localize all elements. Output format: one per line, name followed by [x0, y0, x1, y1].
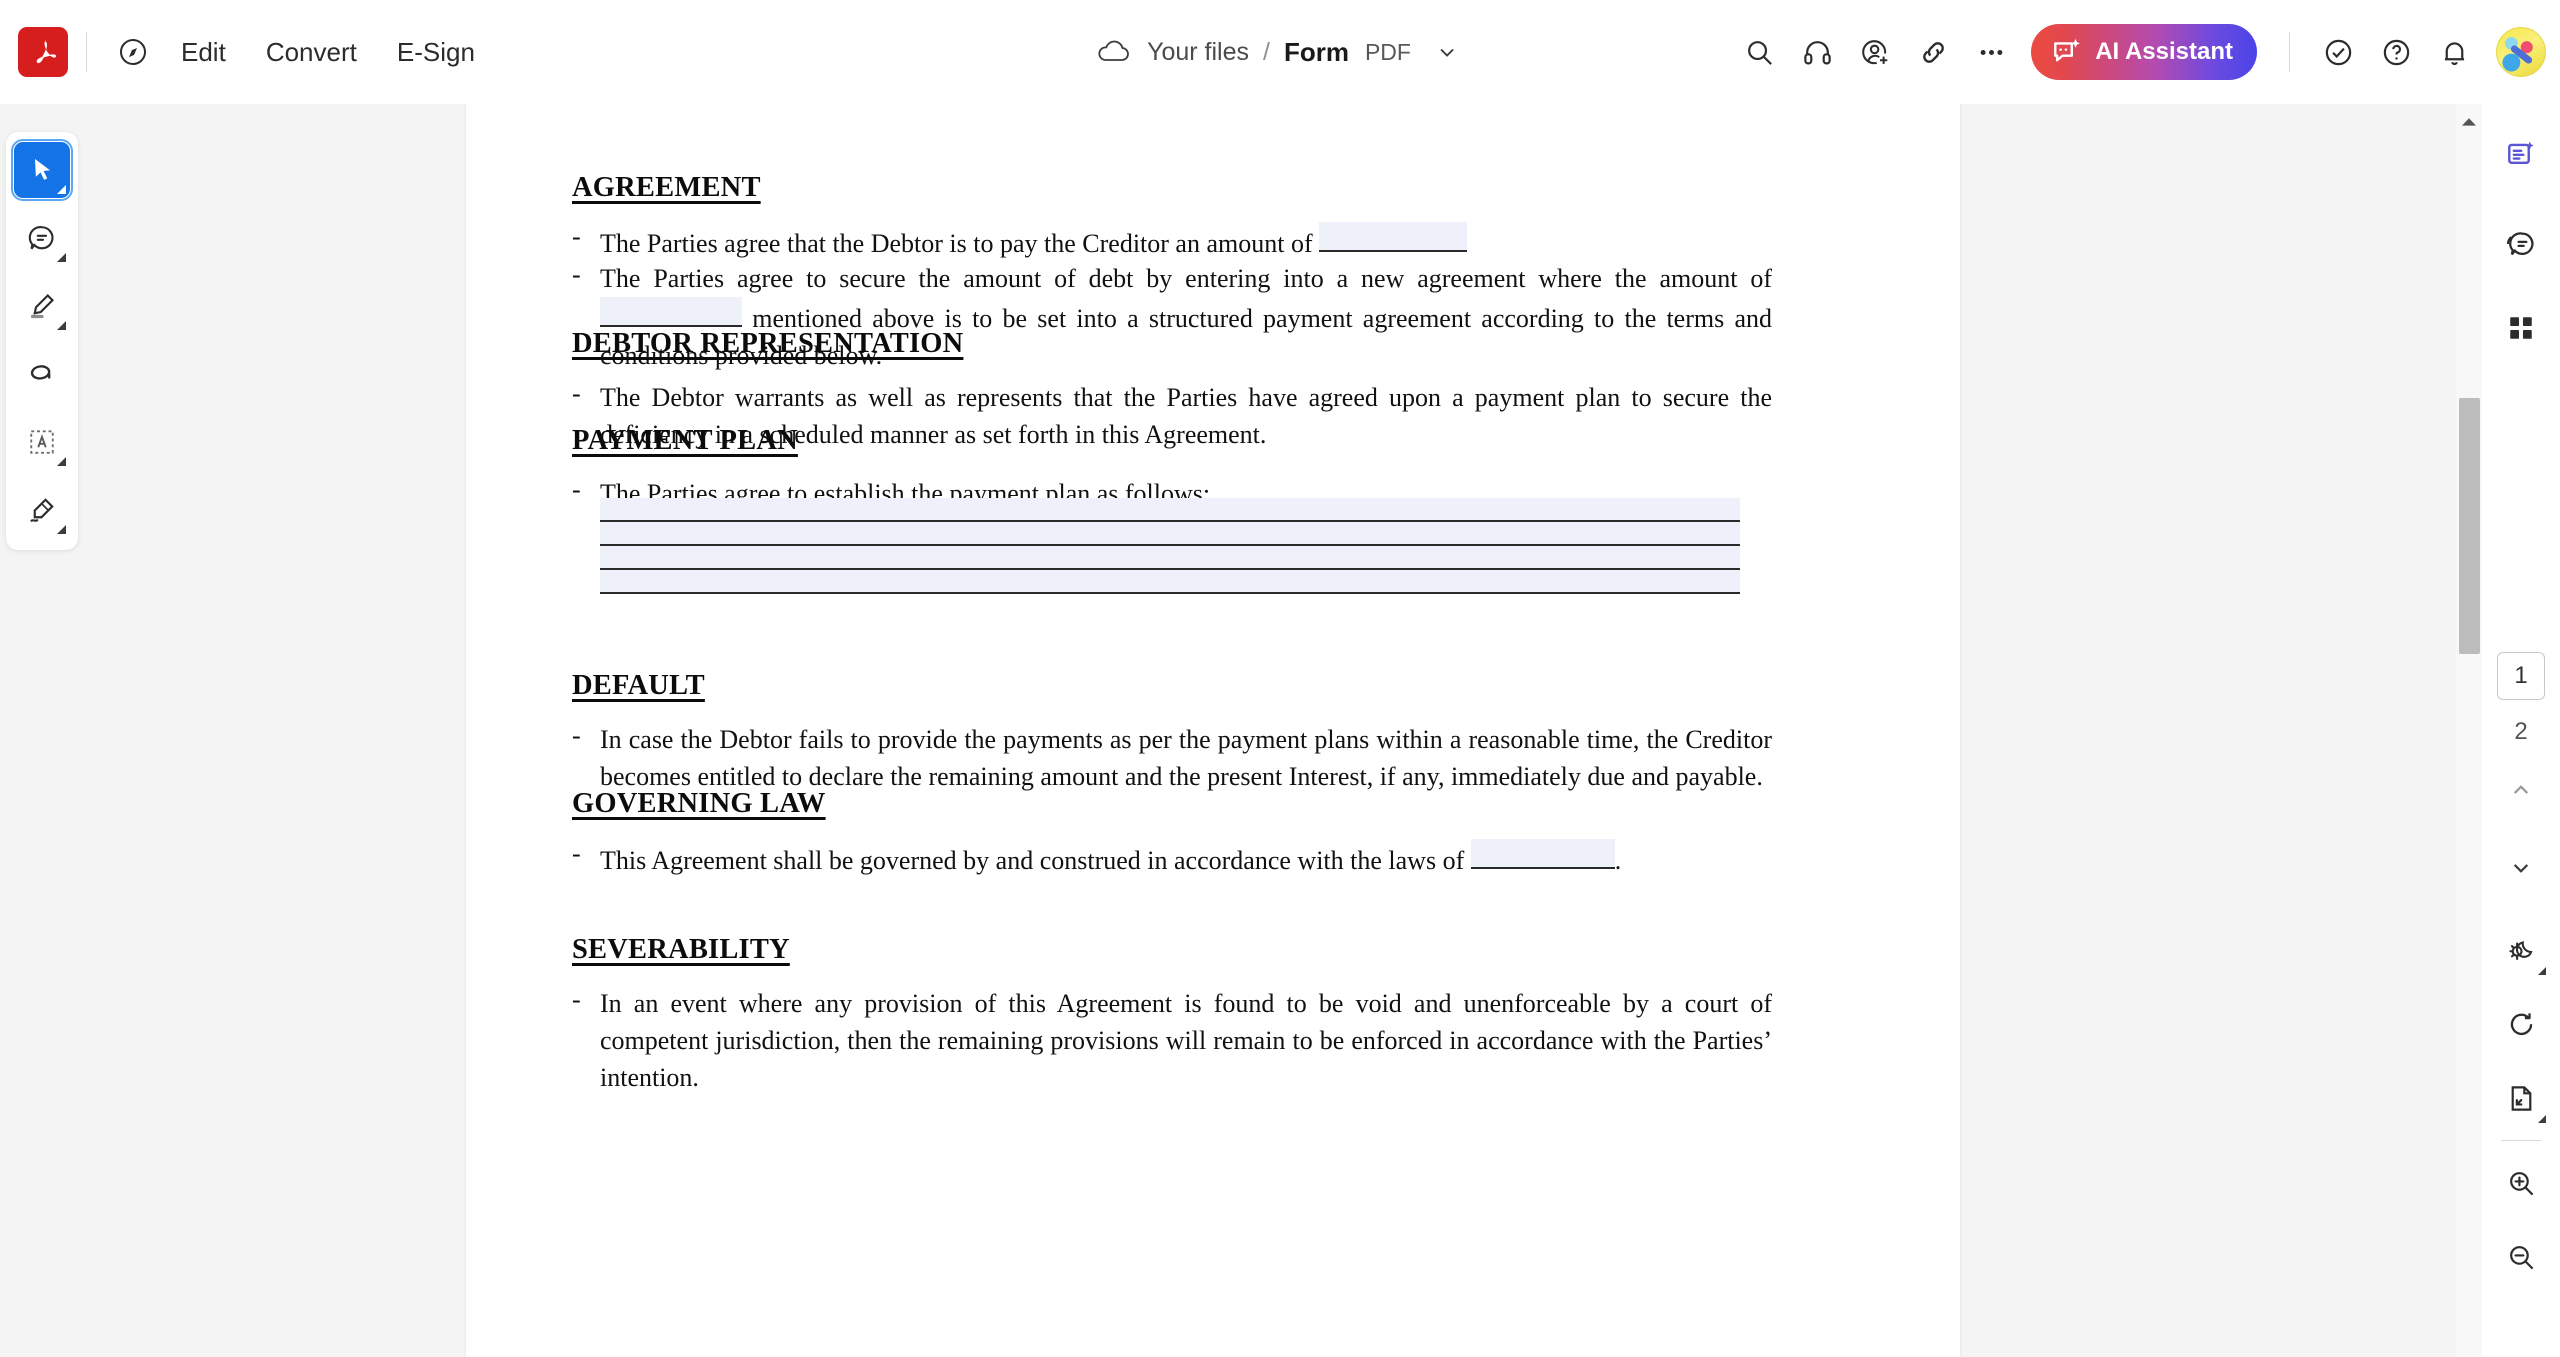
help-circle-icon[interactable] [2368, 24, 2424, 80]
form-field-payment-line-1[interactable] [600, 498, 1740, 522]
document-vertical-scrollbar[interactable] [2456, 104, 2482, 1357]
section-heading-governing-law: GOVERNING LAW [572, 788, 826, 819]
link-icon[interactable] [1905, 24, 1961, 80]
clause-default-1: In case the Debtor fails to provide the … [600, 725, 1772, 791]
ai-assistant-button[interactable]: AI Assistant [2031, 24, 2257, 80]
top-toolbar-right: AI Assistant [1731, 0, 2546, 104]
comment-tool[interactable] [14, 210, 70, 266]
check-circle-icon[interactable] [2310, 24, 2366, 80]
search-icon[interactable] [1731, 24, 1787, 80]
form-field-payment-line-4[interactable] [600, 570, 1740, 594]
highlight-tool[interactable] [14, 278, 70, 334]
document-title: Form [1283, 36, 1349, 67]
section-heading-payment-plan: PAYMENT PLAN [572, 425, 798, 456]
form-field-payment-line-2[interactable] [600, 522, 1740, 546]
form-field-governing-state[interactable] [1470, 839, 1615, 869]
adobe-acrobat-logo-icon[interactable] [18, 27, 68, 77]
form-field-amount-1[interactable] [1319, 222, 1468, 252]
ai-summary-panel[interactable] [2493, 126, 2549, 182]
document-file-type: PDF [1364, 38, 1411, 65]
ai-sparkle-chat-icon [2051, 36, 2083, 68]
page-number-1[interactable]: 1 [2497, 652, 2545, 700]
scroll-up-arrow-icon[interactable] [2456, 110, 2482, 134]
section-heading-agreement: AGREEMENT [572, 172, 761, 203]
breadcrumb-your-files[interactable]: Your files [1147, 38, 1249, 67]
selection-tool[interactable] [11, 139, 73, 201]
rail-divider [2501, 1140, 2541, 1141]
notification-bell-icon[interactable] [2426, 24, 2482, 80]
top-toolbar-left: Edit Convert E-Sign [0, 24, 495, 80]
acrobat-home-compass-icon[interactable] [105, 24, 161, 80]
menu-convert[interactable]: Convert [246, 27, 377, 78]
clause-text: The Parties agree to secure the amount o… [600, 264, 1772, 293]
zoom-in-button[interactable] [2493, 1155, 2549, 1211]
bullet-marker: - [572, 222, 581, 251]
display-theme-toggle[interactable] [2493, 922, 2549, 978]
user-avatar[interactable] [2496, 27, 2546, 77]
section-heading-default: DEFAULT [572, 670, 705, 701]
clause-severability-1: In an event where any provision of this … [600, 989, 1772, 1092]
clause-governing-law-1: This Agreement shall be governed by and … [600, 839, 1772, 879]
breadcrumb-separator: / [1262, 37, 1270, 66]
more-options-icon[interactable] [1963, 24, 2019, 80]
tool-caret-icon [57, 457, 66, 466]
document-viewport[interactable]: AGREEMENT - The Parties agree that the D… [0, 104, 2482, 1357]
section-heading-severability: SEVERABILITY [572, 934, 790, 965]
bullet-marker: - [572, 260, 581, 289]
chevron-down-icon[interactable] [1429, 34, 1465, 70]
clause-text: This Agreement shall be governed by and … [600, 846, 1471, 875]
pdf-page-content: AGREEMENT - The Parties agree that the D… [466, 104, 1960, 1357]
fill-and-sign-tool[interactable] [14, 482, 70, 538]
tool-caret-icon [2538, 967, 2546, 975]
toolbar-divider-right [2289, 32, 2290, 72]
draw-tool[interactable] [14, 346, 70, 402]
tool-caret-icon [57, 185, 66, 194]
headphones-icon[interactable] [1789, 24, 1845, 80]
fit-page-button[interactable] [2493, 1070, 2549, 1126]
right-tool-rail: 1 2 [2482, 104, 2560, 1357]
toolbar-divider [86, 32, 87, 72]
left-tool-rail [6, 132, 78, 550]
all-tools-panel[interactable] [2493, 300, 2549, 356]
pdf-page-1: AGREEMENT - The Parties agree that the D… [466, 104, 1960, 1357]
bullet-marker: - [572, 985, 581, 1014]
section-heading-debtor-representation: DEBTOR REPRESENTATION [572, 328, 964, 359]
top-toolbar: Edit Convert E-Sign Your files / Form PD… [0, 0, 2560, 104]
bullet-marker: - [572, 379, 581, 408]
acrobat-window: Edit Convert E-Sign Your files / Form PD… [0, 0, 2560, 1357]
scrollbar-thumb[interactable] [2459, 398, 2480, 654]
page-number-2[interactable]: 2 [2497, 710, 2545, 754]
clause-text: . [1614, 846, 1622, 875]
previous-page-button[interactable] [2493, 762, 2549, 818]
tool-caret-icon [57, 253, 66, 262]
bullet-marker: - [572, 839, 581, 868]
cloud-icon [1095, 38, 1133, 66]
clause-agreement-1: The Parties agree that the Debtor is to … [600, 222, 1800, 262]
breadcrumb: Your files / Form PDF [1095, 0, 1465, 104]
menu-edit[interactable]: Edit [161, 27, 246, 78]
tool-caret-icon [57, 525, 66, 534]
next-page-button[interactable] [2493, 840, 2549, 896]
add-text-tool[interactable] [14, 414, 70, 470]
bullet-marker: - [572, 721, 581, 750]
tool-caret-icon [57, 321, 66, 330]
menu-esign[interactable]: E-Sign [377, 27, 495, 78]
bullet-marker: - [572, 475, 581, 504]
comments-panel[interactable] [2493, 216, 2549, 272]
clause-text: The Parties agree that the Debtor is to … [600, 229, 1320, 258]
ai-assistant-label: AI Assistant [2095, 38, 2233, 65]
rotate-page-button[interactable] [2493, 996, 2549, 1052]
add-person-icon[interactable] [1847, 24, 1903, 80]
form-field-amount-2[interactable] [600, 297, 742, 327]
zoom-out-button[interactable] [2493, 1229, 2549, 1285]
tool-caret-icon [2538, 1115, 2546, 1123]
form-field-payment-line-3[interactable] [600, 546, 1740, 570]
